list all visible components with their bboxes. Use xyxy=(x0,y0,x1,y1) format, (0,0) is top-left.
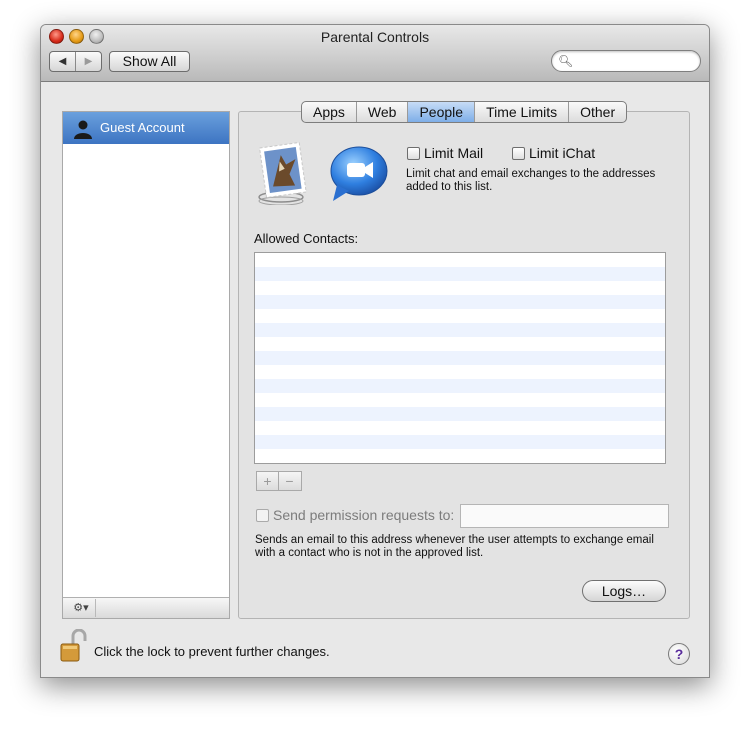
limit-mail-label: Limit Mail xyxy=(424,145,484,161)
window: Parental Controls ◀ ▶ Show All 🔍︎ Guest … xyxy=(40,24,710,678)
tab-apps[interactable]: Apps xyxy=(302,102,357,122)
limit-ichat-label: Limit iChat xyxy=(529,145,596,161)
list-row[interactable] xyxy=(255,295,665,309)
search-input[interactable] xyxy=(572,53,696,70)
tab-bar: Apps Web People Time Limits Other xyxy=(301,101,628,123)
forward-button[interactable]: ▶ xyxy=(76,52,101,71)
add-remove-control: + − xyxy=(256,471,302,491)
titlebar: Parental Controls ◀ ▶ Show All 🔍︎ xyxy=(41,25,709,82)
list-row[interactable] xyxy=(255,281,665,295)
list-row[interactable] xyxy=(255,267,665,281)
checkbox-box[interactable] xyxy=(512,147,525,160)
sidebar-item-guest-account[interactable]: Guest Account xyxy=(63,112,229,144)
user-silhouette-icon xyxy=(74,120,92,139)
sidebar-footer: ⚙▾ xyxy=(63,597,229,618)
permission-email-input[interactable] xyxy=(460,504,669,528)
list-row[interactable] xyxy=(255,351,665,365)
tab-other[interactable]: Other xyxy=(569,102,626,122)
tab-time-limits[interactable]: Time Limits xyxy=(475,102,570,122)
allowed-contacts-list[interactable] xyxy=(254,252,666,464)
checkbox-box[interactable] xyxy=(407,147,420,160)
account-list: Guest Account ⚙▾ xyxy=(62,111,230,619)
limit-description: Limit chat and email exchanges to the ad… xyxy=(406,168,656,193)
search-field[interactable]: 🔍︎ xyxy=(551,50,701,72)
add-contact-button[interactable]: + xyxy=(257,472,279,490)
lock-message: Click the lock to prevent further change… xyxy=(94,644,330,659)
list-row[interactable] xyxy=(255,393,665,407)
send-permission-label: Send permission requests to: xyxy=(273,507,455,523)
window-title: Parental Controls xyxy=(320,29,430,45)
list-row[interactable] xyxy=(255,309,665,323)
checkbox-box[interactable] xyxy=(256,509,269,522)
help-button[interactable]: ? xyxy=(668,643,690,665)
sidebar-item-label: Guest Account xyxy=(100,120,185,135)
allowed-contacts-label: Allowed Contacts: xyxy=(254,231,359,246)
list-row[interactable] xyxy=(255,365,665,379)
list-row[interactable] xyxy=(255,435,665,449)
show-all-button[interactable]: Show All xyxy=(109,51,190,72)
list-row[interactable] xyxy=(255,337,665,351)
gear-menu-button[interactable]: ⚙▾ xyxy=(67,599,96,617)
mail-stamp-icon xyxy=(258,141,307,205)
list-row[interactable] xyxy=(255,379,665,393)
list-row[interactable] xyxy=(255,323,665,337)
unlocked-padlock-icon[interactable] xyxy=(59,629,87,663)
remove-contact-button[interactable]: − xyxy=(279,472,300,490)
tab-web[interactable]: Web xyxy=(357,102,409,122)
list-row[interactable] xyxy=(255,421,665,435)
back-button[interactable]: ◀ xyxy=(50,52,76,71)
logs-button[interactable]: Logs… xyxy=(582,580,666,602)
tab-people[interactable]: People xyxy=(408,102,476,122)
list-row[interactable] xyxy=(255,449,665,463)
ichat-camera-icon xyxy=(330,146,388,201)
list-row[interactable] xyxy=(255,407,665,421)
magnifier-icon: 🔍︎ xyxy=(558,54,574,68)
permission-description: Sends an email to this address whenever … xyxy=(255,534,654,559)
nav-segmented-control: ◀ ▶ xyxy=(49,51,102,72)
list-row[interactable] xyxy=(255,253,665,267)
